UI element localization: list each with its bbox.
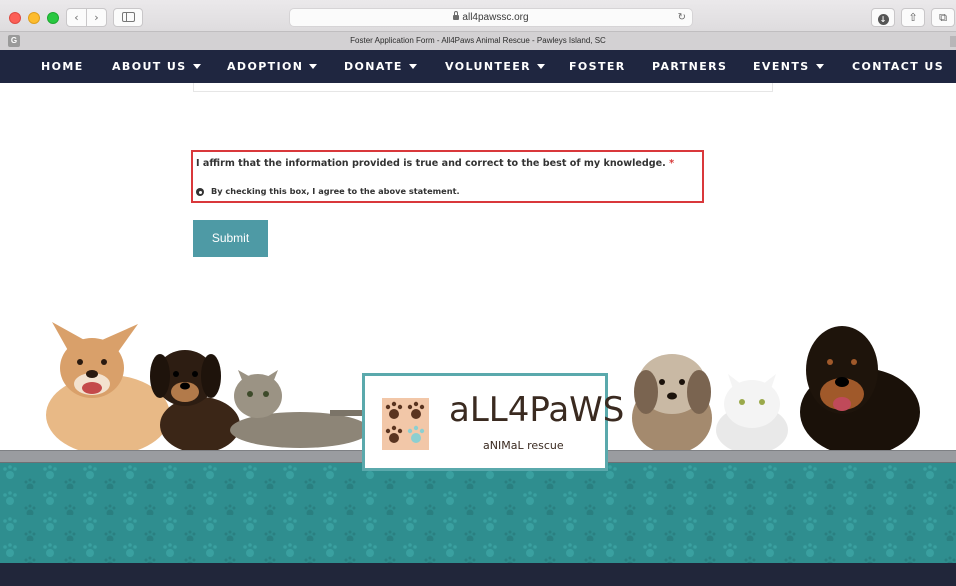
nav-item-partners[interactable]: PARTNERS	[652, 60, 727, 73]
footer-bar	[0, 563, 956, 586]
previous-field-box	[193, 83, 773, 92]
nav-item-volunteer[interactable]: VOLUNTEER	[445, 60, 546, 73]
browser-toolbar: ‹ › all4pawssc.org ↻ ↓ ⇧ ⧉	[0, 0, 956, 31]
nav-label: VOLUNTEER	[445, 60, 532, 73]
share-button[interactable]: ⇧	[901, 8, 925, 27]
site-navigation: HOME ABOUT US ADOPTION DONATE VOLUNTEER …	[0, 50, 956, 83]
browser-chrome: ‹ › all4pawssc.org ↻ ↓ ⇧ ⧉ G Foster Appl…	[0, 0, 956, 50]
address-bar[interactable]: all4pawssc.org ↻	[289, 8, 693, 27]
nav-item-events[interactable]: EVENTS	[753, 60, 824, 73]
caret-down-icon	[537, 64, 546, 69]
required-marker: *	[669, 158, 675, 169]
show-tabs-button[interactable]: ⧉	[931, 8, 955, 27]
reload-icon[interactable]: ↻	[678, 9, 686, 26]
small-dog-image	[632, 354, 712, 454]
download-icon: ↓	[877, 14, 889, 25]
dog-tan-image	[46, 322, 170, 455]
nav-label: FOSTER	[569, 60, 626, 73]
paw-pattern	[0, 463, 956, 563]
footer-banner: aLL4PaWS aNIMaL rescue	[0, 300, 956, 586]
nav-label: CONTACT US	[852, 60, 945, 73]
affirmation-text: I affirm that the information provided i…	[196, 158, 666, 169]
paw-pattern-band	[0, 463, 956, 563]
nav-item-adoption[interactable]: ADOPTION	[227, 60, 318, 73]
agree-radio[interactable]	[196, 188, 204, 196]
lock-icon	[453, 11, 460, 20]
white-cat-image	[716, 374, 788, 454]
nav-label: ABOUT US	[112, 60, 187, 73]
chevron-left-icon: ‹	[74, 11, 79, 24]
nav-item-foster[interactable]: FOSTER	[569, 60, 626, 73]
share-icon: ⇧	[908, 11, 918, 24]
nav-item-contact-us[interactable]: CONTACT US	[852, 60, 944, 73]
close-window-button[interactable]	[9, 12, 21, 24]
tabs-icon: ⧉	[939, 11, 947, 24]
nav-label: EVENTS	[753, 60, 810, 73]
nav-label: ADOPTION	[227, 60, 304, 73]
kitten-image	[230, 370, 370, 448]
caret-down-icon	[309, 64, 318, 69]
nav-label: PARTNERS	[652, 60, 728, 73]
forward-button[interactable]: ›	[86, 8, 107, 27]
url-text: all4pawssc.org	[462, 12, 529, 23]
logo-tagline: aNIMaL rescue	[483, 439, 564, 452]
tab-title[interactable]: Foster Application Form - All4Paws Anima…	[0, 36, 956, 45]
maximize-window-button[interactable]	[47, 12, 59, 24]
nav-item-home[interactable]: HOME	[41, 60, 84, 73]
paw-icon	[382, 398, 429, 450]
downloads-button[interactable]: ↓	[871, 8, 895, 27]
tab-bar: G Foster Application Form - All4Paws Ani…	[0, 31, 956, 50]
logo-wordmark: aLL4PaWS	[449, 390, 625, 430]
nav-label: HOME	[41, 60, 84, 73]
all4paws-logo[interactable]: aLL4PaWS aNIMaL rescue	[362, 373, 624, 471]
back-button[interactable]: ‹	[66, 8, 87, 27]
sidebar-icon	[121, 12, 135, 22]
dog-black-tan-image	[800, 326, 920, 456]
agree-label[interactable]: By checking this box, I agree to the abo…	[211, 186, 460, 196]
caret-down-icon	[815, 64, 824, 69]
affirmation-field: I affirm that the information provided i…	[191, 150, 704, 203]
submit-button[interactable]: Submit	[193, 220, 268, 257]
nav-label: DONATE	[344, 60, 403, 73]
nav-item-about-us[interactable]: ABOUT US	[112, 60, 201, 73]
caret-down-icon	[192, 64, 201, 69]
sidebar-toggle-button[interactable]	[113, 8, 143, 27]
chevron-right-icon: ›	[94, 11, 99, 24]
logo-paws-graphic	[385, 401, 425, 443]
minimize-window-button[interactable]	[28, 12, 40, 24]
nav-item-donate[interactable]: DONATE	[344, 60, 417, 73]
affirmation-label: I affirm that the information provided i…	[196, 158, 674, 169]
caret-down-icon	[408, 64, 417, 69]
tab-bar-edge	[950, 36, 956, 47]
